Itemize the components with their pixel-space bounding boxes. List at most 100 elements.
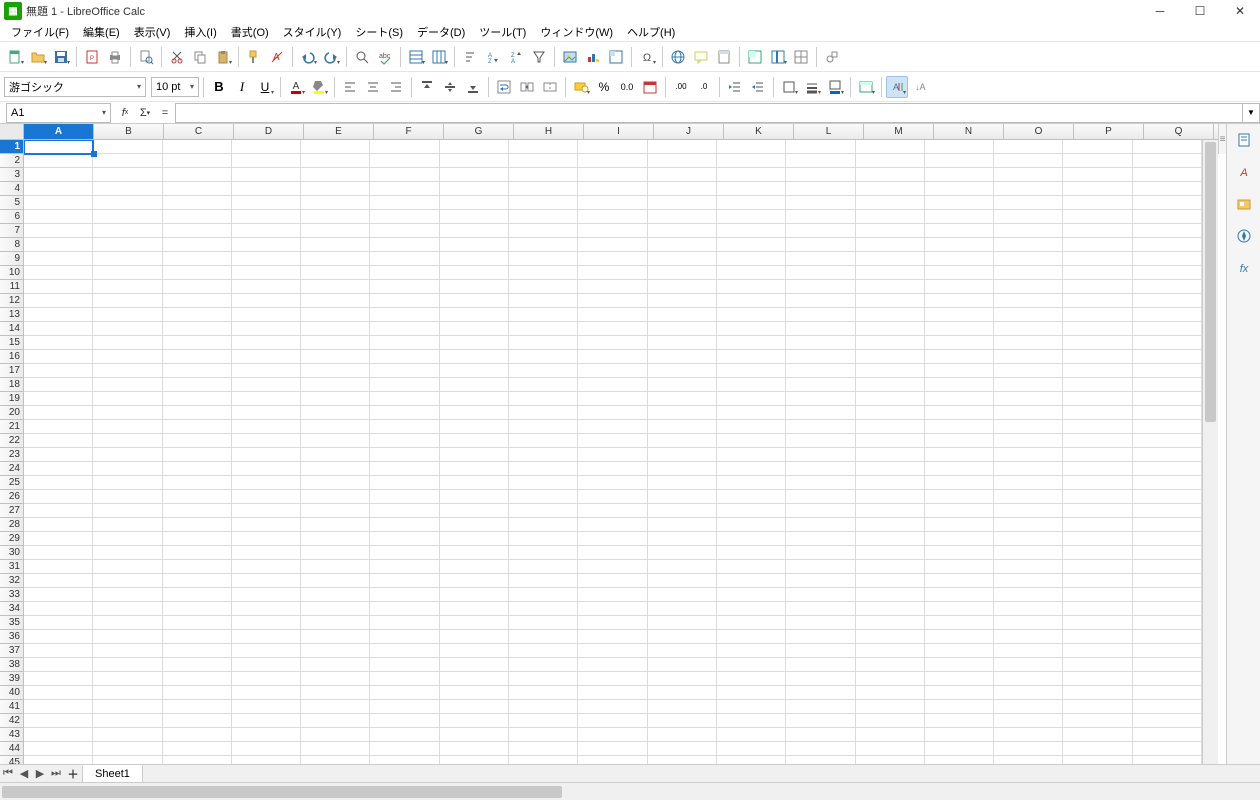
cells-grid[interactable] [24,140,1202,764]
vertical-scroll-thumb[interactable] [1205,142,1216,422]
row-header[interactable]: 16 [0,350,23,364]
sum-button[interactable]: Σ▾ [135,103,155,123]
equals-button[interactable]: = [155,103,175,123]
bold-button[interactable]: B [208,76,230,98]
align-middle-button[interactable] [439,76,461,98]
sidebar-handle[interactable]: ≡ [1218,124,1226,154]
column-header[interactable]: E [304,124,374,139]
clone-formatting-button[interactable] [243,46,265,68]
insert-image-button[interactable] [559,46,581,68]
row-header[interactable]: 7 [0,224,23,238]
undo-button[interactable] [297,46,319,68]
conditional-format-button[interactable]: A [886,76,908,98]
menu-edit[interactable]: 編集(E) [76,22,127,42]
row-header[interactable]: 24 [0,462,23,476]
row-header[interactable]: 32 [0,574,23,588]
cell-styles-button[interactable]: ↓A [909,76,931,98]
row-header[interactable]: 12 [0,294,23,308]
row-header[interactable]: 22 [0,434,23,448]
row-header[interactable]: 20 [0,406,23,420]
row-header[interactable]: 8 [0,238,23,252]
menu-window[interactable]: ウィンドウ(W) [533,22,620,42]
menu-tools[interactable]: ツール(T) [472,22,533,42]
row-header[interactable]: 11 [0,280,23,294]
row-header[interactable]: 29 [0,532,23,546]
autofilter-button[interactable] [528,46,550,68]
row-button[interactable] [405,46,427,68]
add-decimal-button[interactable]: .00 [670,76,692,98]
italic-button[interactable]: I [231,76,253,98]
hyperlink-button[interactable] [667,46,689,68]
close-button[interactable]: ✕ [1220,0,1260,22]
horizontal-scrollbar[interactable] [2,785,1258,799]
navigator-panel-icon[interactable] [1232,224,1256,248]
row-header[interactable]: 38 [0,658,23,672]
menu-sheet[interactable]: シート(S) [348,22,410,42]
menu-help[interactable]: ヘルプ(H) [620,22,682,42]
row-header[interactable]: 44 [0,742,23,756]
font-color-button[interactable]: A [285,76,307,98]
name-box[interactable]: A1 [6,103,111,123]
add-sheet-button[interactable]: ＋ [64,765,82,782]
sort-button[interactable] [459,46,481,68]
column-header[interactable]: N [934,124,1004,139]
row-header[interactable]: 43 [0,728,23,742]
row-header[interactable]: 37 [0,644,23,658]
formula-input[interactable] [175,103,1242,123]
font-size-combo[interactable]: 10 pt [151,77,199,97]
row-header[interactable]: 31 [0,560,23,574]
row-header[interactable]: 42 [0,714,23,728]
menu-format[interactable]: 書式(O) [224,22,276,42]
styles-panel-icon[interactable]: A [1232,160,1256,184]
column-header[interactable]: B [94,124,164,139]
horizontal-scroll-thumb[interactable] [2,786,562,798]
menu-insert[interactable]: 挿入(I) [177,22,223,42]
font-name-combo[interactable]: 游ゴシック [4,77,146,97]
unmerge-cells-button[interactable] [539,76,561,98]
align-top-button[interactable] [416,76,438,98]
select-all-corner[interactable] [0,124,24,139]
column-button[interactable] [428,46,450,68]
border-color-button[interactable] [824,76,846,98]
align-bottom-button[interactable] [462,76,484,98]
functions-panel-icon[interactable]: fx [1232,256,1256,280]
gallery-panel-icon[interactable] [1232,192,1256,216]
column-header[interactable]: K [724,124,794,139]
row-header[interactable]: 2 [0,154,23,168]
first-sheet-button[interactable]: ⏮ [0,765,16,782]
currency-button[interactable] [570,76,592,98]
row-header[interactable]: 17 [0,364,23,378]
column-header[interactable]: F [374,124,444,139]
row-header[interactable]: 4 [0,182,23,196]
row-header[interactable]: 39 [0,672,23,686]
row-header[interactable]: 40 [0,686,23,700]
comment-button[interactable] [690,46,712,68]
column-header[interactable]: J [654,124,724,139]
borders-button[interactable] [778,76,800,98]
vertical-scrollbar[interactable] [1202,140,1218,764]
row-header[interactable]: 33 [0,588,23,602]
row-header[interactable]: 36 [0,630,23,644]
percent-button[interactable]: % [593,76,615,98]
function-wizard-button[interactable]: fx [115,103,135,123]
save-button[interactable] [50,46,72,68]
menu-data[interactable]: データ(D) [410,22,472,42]
align-center-button[interactable] [362,76,384,98]
copy-button[interactable] [189,46,211,68]
prev-sheet-button[interactable]: ◀ [16,765,32,782]
row-header[interactable]: 5 [0,196,23,210]
number-format-button[interactable]: 0.0 [616,76,638,98]
column-header[interactable]: O [1004,124,1074,139]
maximize-button[interactable]: ☐ [1180,0,1220,22]
column-header[interactable]: H [514,124,584,139]
row-header[interactable]: 10 [0,266,23,280]
row-header[interactable]: 6 [0,210,23,224]
last-sheet-button[interactable]: ⏭ [48,765,64,782]
menu-file[interactable]: ファイル(F) [4,22,76,42]
special-char-button[interactable]: Ω [636,46,658,68]
menu-styles[interactable]: スタイル(Y) [276,22,349,42]
autoformat-button[interactable] [855,76,877,98]
row-header[interactable]: 18 [0,378,23,392]
new-button[interactable] [4,46,26,68]
minimize-button[interactable]: ─ [1140,0,1180,22]
